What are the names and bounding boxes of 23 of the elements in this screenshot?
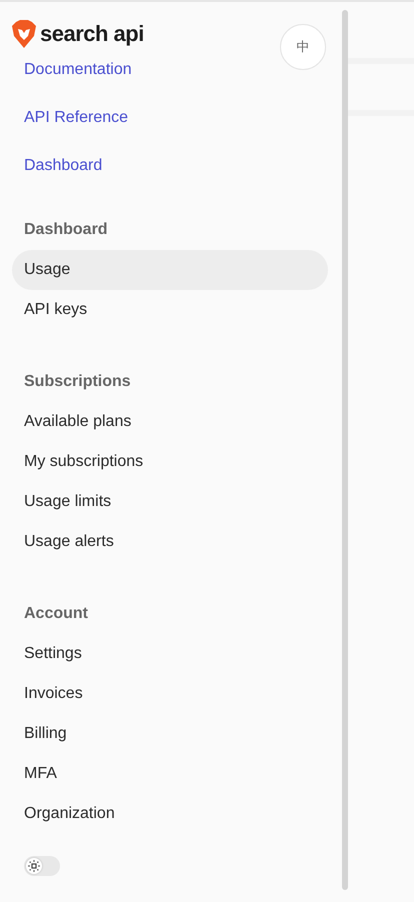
- section-heading: Subscriptions: [23, 372, 132, 392]
- sun-icon: [28, 860, 40, 872]
- theme-toggle[interactable]: [24, 856, 60, 876]
- sidebar-item[interactable]: My subscriptions: [12, 442, 328, 482]
- sidebar-item[interactable]: Usage alerts: [12, 522, 328, 562]
- sidebar-item[interactable]: API keys: [12, 290, 328, 330]
- section-heading: Dashboard: [23, 220, 109, 240]
- sidebar-item[interactable]: Available plans: [12, 402, 328, 442]
- nav-link[interactable]: Dashboard: [12, 154, 114, 178]
- sidebar-item[interactable]: Billing: [12, 714, 328, 754]
- logo-text: search api: [40, 23, 144, 45]
- scrollbar[interactable]: [342, 10, 348, 890]
- sidebar-item[interactable]: Usage limits: [12, 482, 328, 522]
- sidebar-item[interactable]: Invoices: [12, 674, 328, 714]
- sidebar-item[interactable]: Organization: [12, 794, 328, 834]
- sidebar-item[interactable]: Usage: [12, 250, 328, 290]
- nav-link[interactable]: Documentation: [12, 58, 144, 82]
- language-button[interactable]: 中: [280, 24, 326, 70]
- sidebar-item[interactable]: MFA: [12, 754, 328, 794]
- lion-logo-icon: [12, 20, 36, 48]
- sidebar-item[interactable]: Settings: [12, 634, 328, 674]
- nav-link[interactable]: API Reference: [12, 106, 140, 130]
- section-heading: Account: [23, 604, 89, 624]
